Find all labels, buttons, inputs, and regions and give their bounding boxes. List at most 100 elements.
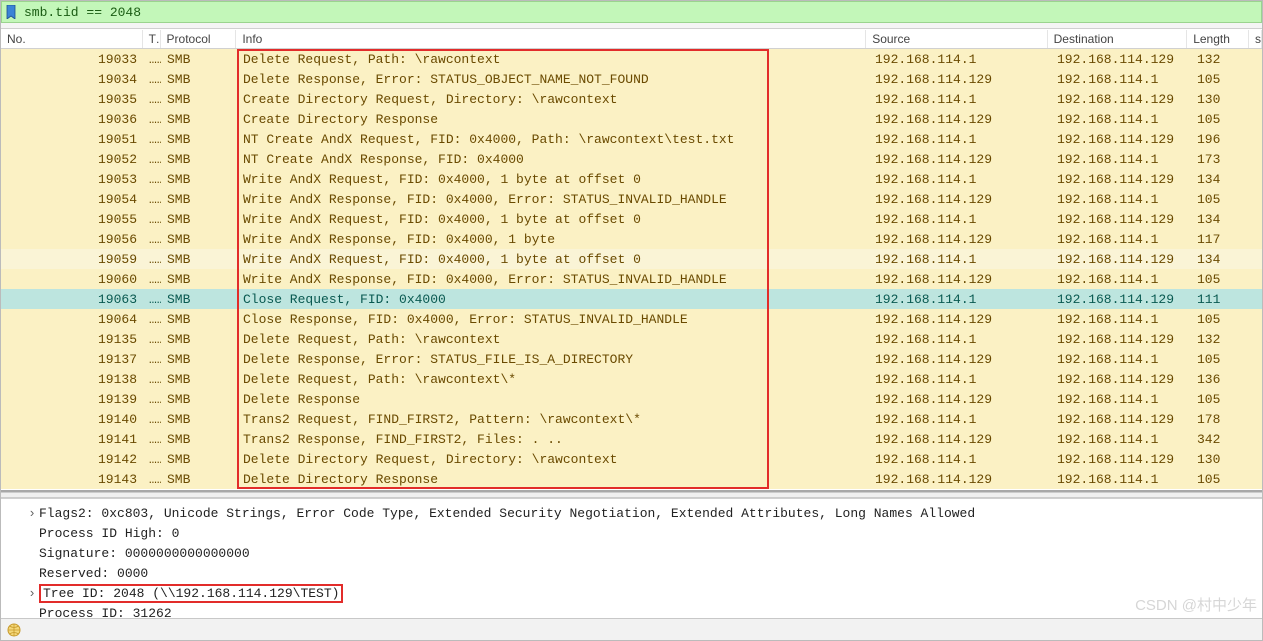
packet-row[interactable]: 19035…SMBCreate Directory Request, Direc… (1, 89, 1262, 109)
packet-row[interactable]: 19059…SMBWrite AndX Request, FID: 0x4000… (1, 249, 1262, 269)
cell-no: 19055 (1, 211, 143, 228)
cell-length: 173 (1191, 151, 1253, 168)
col-header-source[interactable]: Source (866, 30, 1047, 48)
cell-protocol: SMB (161, 471, 237, 488)
packet-row[interactable]: 19033…SMBDelete Request, Path: \rawconte… (1, 49, 1262, 69)
cell-length: 132 (1191, 51, 1253, 68)
cell-time: … (143, 191, 161, 208)
cell-protocol: SMB (161, 371, 237, 388)
packet-row[interactable]: 19143…SMBDelete Directory Response192.16… (1, 469, 1262, 489)
cell-destination: 192.168.114.1 (1051, 391, 1191, 408)
tree-item-signature[interactable]: Signature: 0000000000000000 (9, 543, 1254, 563)
cell-protocol: SMB (161, 91, 237, 108)
packet-row[interactable]: 19052…SMBNT Create AndX Response, FID: 0… (1, 149, 1262, 169)
cell-time: … (143, 311, 161, 328)
cell-length: 132 (1191, 331, 1253, 348)
packet-row[interactable]: 19138…SMBDelete Request, Path: \rawconte… (1, 369, 1262, 389)
tree-item-pid[interactable]: Process ID: 31262 (9, 603, 1254, 618)
cell-destination: 192.168.114.129 (1051, 291, 1191, 308)
packet-row[interactable]: 19140…SMBTrans2 Request, FIND_FIRST2, Pa… (1, 409, 1262, 429)
packet-row[interactable]: 19064…SMBClose Response, FID: 0x4000, Er… (1, 309, 1262, 329)
packet-row[interactable]: 19054…SMBWrite AndX Response, FID: 0x400… (1, 189, 1262, 209)
packet-row[interactable]: 19139…SMBDelete Response192.168.114.1291… (1, 389, 1262, 409)
col-header-dest[interactable]: Destination (1048, 30, 1188, 48)
col-header-no[interactable]: No. (1, 30, 143, 48)
packet-list-pane[interactable]: No. Ti Protocol Info Source Destination … (1, 29, 1262, 492)
tree-item-reserved[interactable]: Reserved: 0000 (9, 563, 1254, 583)
cell-no: 19135 (1, 331, 143, 348)
packet-row[interactable]: 19135…SMBDelete Request, Path: \rawconte… (1, 329, 1262, 349)
col-header-protocol[interactable]: Protocol (161, 30, 237, 48)
cell-time: … (143, 91, 161, 108)
cell-info: Create Directory Response (237, 111, 869, 128)
tree-item-tree-id[interactable]: ›Tree ID: 2048 (\\192.168.114.129\TEST) (9, 583, 1254, 603)
pid-high-text: Process ID High: 0 (39, 526, 179, 541)
cell-info: Close Request, FID: 0x4000 (237, 291, 869, 308)
cell-no: 19051 (1, 131, 143, 148)
col-header-info[interactable]: Info (236, 30, 866, 48)
cell-destination: 192.168.114.1 (1051, 231, 1191, 248)
cell-time: … (143, 171, 161, 188)
packet-details-pane[interactable]: ›Flags2: 0xc803, Unicode Strings, Error … (1, 498, 1262, 618)
packet-row[interactable]: 19063…SMBClose Request, FID: 0x4000192.1… (1, 289, 1262, 309)
cell-source: 192.168.114.129 (869, 391, 1051, 408)
cell-source: 192.168.114.1 (869, 171, 1051, 188)
cell-source: 192.168.114.1 (869, 451, 1051, 468)
cell-length: 342 (1191, 431, 1253, 448)
cell-time: … (143, 251, 161, 268)
cell-destination: 192.168.114.1 (1051, 111, 1191, 128)
packet-row[interactable]: 19034…SMBDelete Response, Error: STATUS_… (1, 69, 1262, 89)
cell-source: 192.168.114.129 (869, 431, 1051, 448)
packet-row[interactable]: 19137…SMBDelete Response, Error: STATUS_… (1, 349, 1262, 369)
cell-source: 192.168.114.129 (869, 111, 1051, 128)
cell-length: 105 (1191, 471, 1253, 488)
cell-time: … (143, 71, 161, 88)
cell-no: 19138 (1, 371, 143, 388)
display-filter-input[interactable] (24, 5, 1257, 20)
column-header-row[interactable]: No. Ti Protocol Info Source Destination … (1, 29, 1262, 49)
cell-protocol: SMB (161, 111, 237, 128)
packet-row[interactable]: 19142…SMBDelete Directory Request, Direc… (1, 449, 1262, 469)
cell-protocol: SMB (161, 411, 237, 428)
packet-row[interactable]: 19051…SMBNT Create AndX Request, FID: 0x… (1, 129, 1262, 149)
cell-no: 19034 (1, 71, 143, 88)
cell-protocol: SMB (161, 71, 237, 88)
packet-row[interactable]: 19141…SMBTrans2 Response, FIND_FIRST2, F… (1, 429, 1262, 449)
col-header-time[interactable]: Ti (143, 30, 161, 48)
packet-row[interactable]: 19036…SMBCreate Directory Response192.16… (1, 109, 1262, 129)
packet-row[interactable]: 19056…SMBWrite AndX Response, FID: 0x400… (1, 229, 1262, 249)
cell-time: … (143, 111, 161, 128)
cell-time: … (143, 51, 161, 68)
cell-protocol: SMB (161, 211, 237, 228)
tree-item-pid-high[interactable]: Process ID High: 0 (9, 523, 1254, 543)
cell-source: 192.168.114.129 (869, 151, 1051, 168)
cell-destination: 192.168.114.129 (1051, 131, 1191, 148)
display-filter-bar[interactable] (1, 1, 1262, 23)
cell-source: 192.168.114.129 (869, 271, 1051, 288)
cell-length: 196 (1191, 131, 1253, 148)
packet-row[interactable]: 19053…SMBWrite AndX Request, FID: 0x4000… (1, 169, 1262, 189)
cell-time: … (143, 371, 161, 388)
cell-info: Delete Response, Error: STATUS_FILE_IS_A… (237, 351, 869, 368)
packet-row[interactable]: 19060…SMBWrite AndX Response, FID: 0x400… (1, 269, 1262, 289)
col-header-length[interactable]: Length (1187, 30, 1249, 48)
tree-item-flags2[interactable]: ›Flags2: 0xc803, Unicode Strings, Error … (9, 503, 1254, 523)
cell-source: 192.168.114.1 (869, 331, 1051, 348)
cell-source: 192.168.114.129 (869, 471, 1051, 488)
cell-destination: 192.168.114.129 (1051, 331, 1191, 348)
cell-protocol: SMB (161, 151, 237, 168)
cell-no: 19063 (1, 291, 143, 308)
cell-destination: 192.168.114.1 (1051, 271, 1191, 288)
cell-source: 192.168.114.129 (869, 231, 1051, 248)
cell-no: 19141 (1, 431, 143, 448)
cell-no: 19139 (1, 391, 143, 408)
cell-time: … (143, 471, 161, 488)
expand-icon[interactable]: › (25, 586, 39, 601)
packet-row[interactable]: 19055…SMBWrite AndX Request, FID: 0x4000… (1, 209, 1262, 229)
cell-info: Write AndX Request, FID: 0x4000, 1 byte … (237, 171, 869, 188)
expand-icon[interactable]: › (25, 506, 39, 521)
cell-length: 105 (1191, 191, 1253, 208)
cell-length: 111 (1191, 291, 1253, 308)
col-header-extra[interactable]: s (1249, 30, 1262, 48)
cell-info: Write AndX Response, FID: 0x4000, 1 byte (237, 231, 869, 248)
